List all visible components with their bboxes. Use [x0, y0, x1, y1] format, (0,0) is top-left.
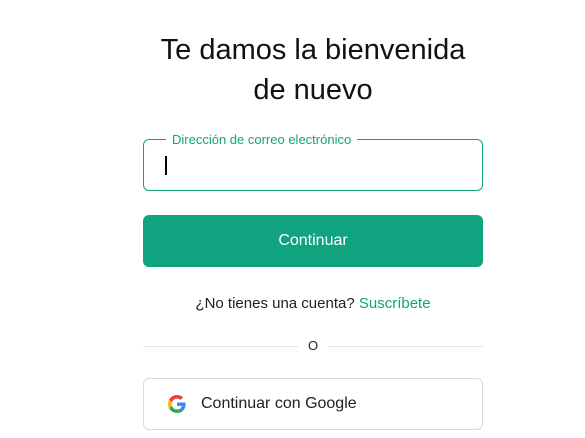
signup-link[interactable]: Suscríbete	[359, 295, 431, 312]
continue-button[interactable]: Continuar	[143, 215, 483, 267]
email-input[interactable]	[158, 152, 480, 178]
google-icon	[168, 395, 186, 413]
email-field[interactable]: Dirección de correo electrónico	[143, 132, 483, 191]
page-title-line-2: de nuevo	[253, 74, 373, 106]
email-field-label: Dirección de correo electrónico	[166, 132, 358, 147]
page-title-line-1: Te damos la bienvenida	[160, 34, 466, 66]
login-page: Te damos la bienvenida de nuevo Direcció…	[0, 0, 585, 438]
continue-with-google-label: Continuar con Google	[201, 395, 357, 412]
continue-with-google-button[interactable]: Continuar con Google	[143, 378, 483, 430]
text-caret	[165, 156, 167, 175]
page-title: Te damos la bienvenida de nuevo	[143, 30, 483, 110]
or-divider: O	[143, 336, 483, 356]
divider-line-right	[328, 346, 483, 347]
signup-prompt-text: ¿No tienes una cuenta?	[195, 295, 355, 312]
signup-prompt: ¿No tienes una cuenta? Suscríbete	[143, 294, 483, 314]
